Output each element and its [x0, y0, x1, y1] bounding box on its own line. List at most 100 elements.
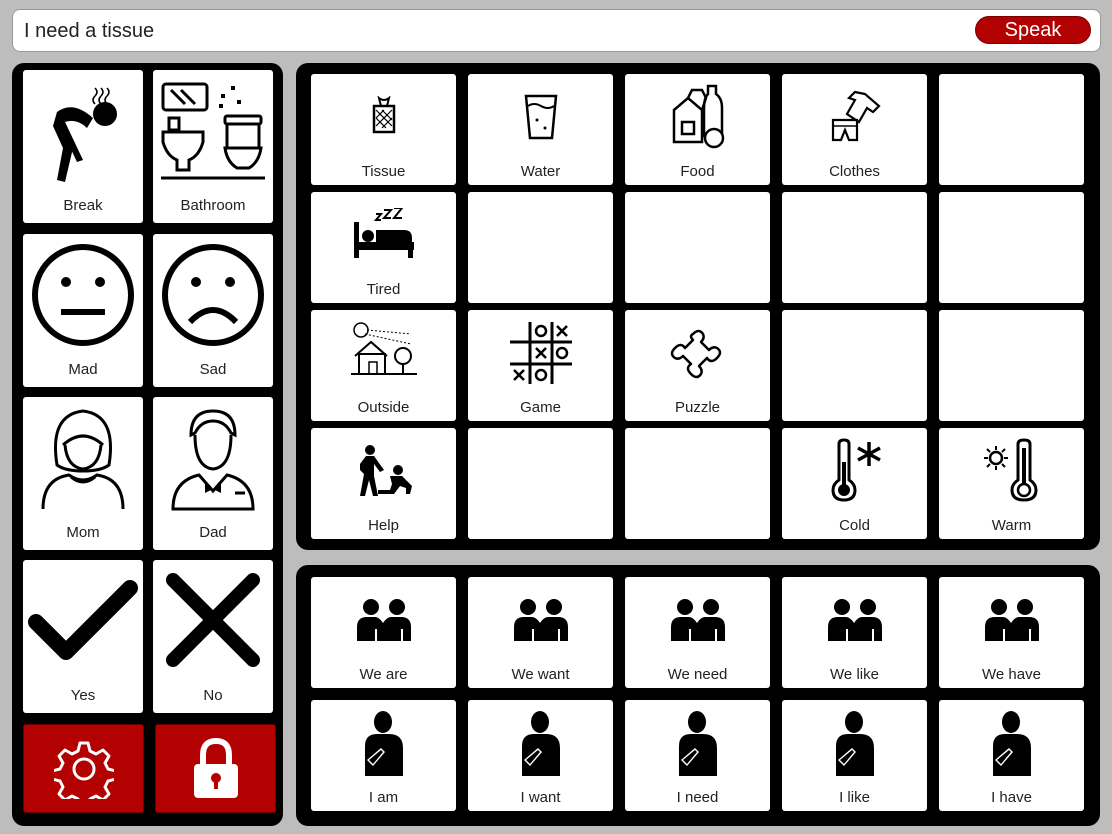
- tile-label: Sad: [199, 361, 227, 378]
- tile-empty[interactable]: [625, 192, 770, 303]
- clothes-icon: [782, 88, 927, 146]
- tile-we-are[interactable]: We are: [311, 577, 456, 688]
- helping-person-icon: [311, 444, 456, 496]
- tic-tac-toe-icon: [468, 320, 613, 386]
- tile-mom[interactable]: Mom: [23, 397, 143, 550]
- speech-text[interactable]: I need a tissue: [24, 20, 154, 43]
- tile-label: Tired: [366, 281, 401, 298]
- x-mark-icon: [153, 568, 273, 672]
- settings-button[interactable]: [23, 724, 144, 813]
- tile-dad[interactable]: Dad: [153, 397, 273, 550]
- tile-empty[interactable]: [468, 428, 613, 539]
- tile-label: Yes: [70, 687, 96, 704]
- tile-label: Food: [680, 163, 715, 180]
- tile-help[interactable]: Help: [311, 428, 456, 539]
- tile-break[interactable]: Break: [23, 70, 143, 223]
- two-people-icon: [782, 597, 927, 643]
- left-panel: Break Bathroom Mad Sad Mom Dad Yes No: [12, 63, 283, 826]
- tile-i-need[interactable]: I need: [625, 700, 770, 811]
- tile-we-want[interactable]: We want: [468, 577, 613, 688]
- tile-food[interactable]: Food: [625, 74, 770, 185]
- self-pointing-icon: [468, 710, 613, 776]
- tile-label: No: [203, 687, 223, 704]
- tile-tired[interactable]: Tired: [311, 192, 456, 303]
- tile-game[interactable]: Game: [468, 310, 613, 421]
- tile-we-like[interactable]: We like: [782, 577, 927, 688]
- tile-warm[interactable]: Warm: [939, 428, 1084, 539]
- tile-puzzle[interactable]: Puzzle: [625, 310, 770, 421]
- two-people-icon: [939, 597, 1084, 643]
- tile-label: Clothes: [829, 163, 880, 180]
- tile-label: I am: [368, 789, 399, 806]
- water-glass-icon: [468, 92, 613, 142]
- warm-thermometer-icon: [939, 438, 1084, 502]
- speech-bar[interactable]: I need a tissue Speak: [12, 9, 1101, 52]
- bed-sleep-icon: [311, 208, 456, 260]
- tile-mad[interactable]: Mad: [23, 234, 143, 387]
- two-people-icon: [625, 597, 770, 643]
- tile-sad[interactable]: Sad: [153, 234, 273, 387]
- tile-i-want[interactable]: I want: [468, 700, 613, 811]
- tile-label: I need: [676, 789, 719, 806]
- tile-we-have[interactable]: We have: [939, 577, 1084, 688]
- tile-empty[interactable]: [468, 192, 613, 303]
- tile-label: Game: [520, 399, 561, 416]
- house-outside-icon: [311, 320, 456, 380]
- tile-label: Water: [520, 163, 561, 180]
- bathroom-icon: [153, 78, 273, 182]
- tile-label: We are: [359, 666, 408, 683]
- tile-yes[interactable]: Yes: [23, 560, 143, 713]
- tile-i-am[interactable]: I am: [311, 700, 456, 811]
- tile-label: Break: [63, 197, 103, 214]
- tile-empty[interactable]: [939, 310, 1084, 421]
- food-icon: [625, 84, 770, 150]
- sad-face-icon: [153, 242, 273, 348]
- tile-we-need[interactable]: We need: [625, 577, 770, 688]
- tile-no[interactable]: No: [153, 560, 273, 713]
- tile-clothes[interactable]: Clothes: [782, 74, 927, 185]
- main-grid-panel: Tissue Water Food Clothes Tired Outside …: [296, 63, 1100, 550]
- tile-tissue[interactable]: Tissue: [311, 74, 456, 185]
- tile-label: We like: [830, 666, 879, 683]
- self-pointing-icon: [311, 710, 456, 776]
- tile-label: Cold: [839, 517, 870, 534]
- mom-avatar-icon: [23, 405, 143, 511]
- tile-label: Help: [368, 517, 399, 534]
- dad-avatar-icon: [153, 405, 273, 511]
- tissue-box-icon: [311, 96, 456, 134]
- tile-label: Puzzle: [674, 399, 721, 416]
- tile-label: We need: [667, 666, 728, 683]
- speak-button[interactable]: Speak: [975, 16, 1091, 44]
- self-pointing-icon: [625, 710, 770, 776]
- puzzle-piece-icon: [625, 324, 770, 382]
- tile-label: Tissue: [361, 163, 406, 180]
- tile-empty[interactable]: [782, 310, 927, 421]
- tile-outside[interactable]: Outside: [311, 310, 456, 421]
- lock-button[interactable]: [155, 724, 276, 813]
- tile-empty[interactable]: [939, 192, 1084, 303]
- tile-i-have[interactable]: I have: [939, 700, 1084, 811]
- tile-empty[interactable]: [782, 192, 927, 303]
- check-icon: [23, 574, 143, 664]
- tile-water[interactable]: Water: [468, 74, 613, 185]
- tile-label: We want: [511, 666, 570, 683]
- tile-i-like[interactable]: I like: [782, 700, 927, 811]
- tile-empty[interactable]: [939, 74, 1084, 185]
- tile-label: I want: [520, 789, 561, 806]
- tile-cold[interactable]: Cold: [782, 428, 927, 539]
- two-people-icon: [311, 597, 456, 643]
- break-person-icon: [23, 78, 143, 188]
- tile-label: Outside: [357, 399, 410, 416]
- tile-label: Dad: [199, 524, 227, 541]
- phrases-panel: We are We want We need We like We have I…: [296, 565, 1100, 826]
- tile-bathroom[interactable]: Bathroom: [153, 70, 273, 223]
- gear-icon: [24, 739, 143, 799]
- two-people-icon: [468, 597, 613, 643]
- padlock-icon: [156, 737, 275, 801]
- cold-thermometer-icon: [782, 438, 927, 502]
- tile-label: Mom: [66, 524, 100, 541]
- tile-label: I have: [991, 789, 1032, 806]
- tile-label: I like: [839, 789, 870, 806]
- tile-empty[interactable]: [625, 428, 770, 539]
- self-pointing-icon: [782, 710, 927, 776]
